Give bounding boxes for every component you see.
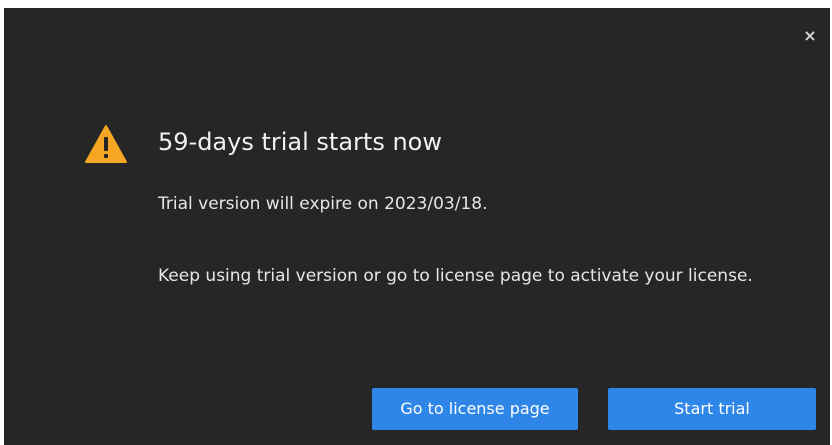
start-trial-button[interactable]: Start trial — [608, 388, 816, 430]
dialog-title: 59-days trial starts now — [158, 128, 442, 156]
warning-triangle-icon — [85, 125, 127, 163]
close-icon[interactable]: × — [800, 26, 820, 46]
trial-dialog: × 59-days trial starts now Trial version… — [4, 8, 830, 445]
expire-message: Trial version will expire on 2023/03/18. — [158, 194, 488, 214]
instruction-message: Keep using trial version or go to licens… — [158, 266, 753, 286]
go-to-license-page-button[interactable]: Go to license page — [372, 388, 578, 430]
